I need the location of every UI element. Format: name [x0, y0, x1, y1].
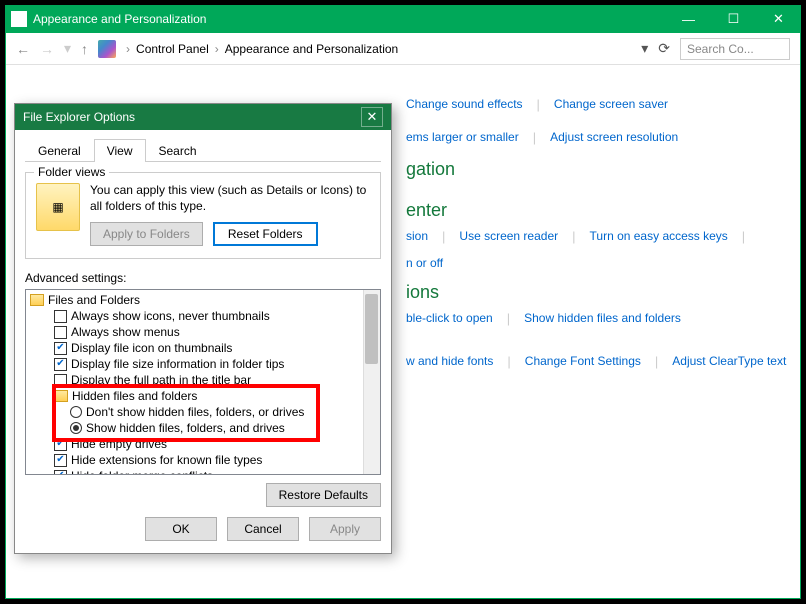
back-button[interactable]: ← — [16, 41, 30, 57]
heading-folder-options[interactable]: ions — [406, 282, 790, 303]
folder-views-text: You can apply this view (such as Details… — [90, 183, 370, 214]
maximize-button[interactable]: ☐ — [711, 5, 756, 33]
heading-navigation[interactable]: gation — [406, 159, 790, 180]
heading-ease[interactable]: enter — [406, 200, 790, 221]
tree-item: Always show icons, never thumbnails — [30, 308, 380, 324]
reset-folders-button[interactable]: Reset Folders — [213, 222, 318, 246]
window-title: Appearance and Personalization — [33, 12, 206, 26]
control-panel-small-icon — [98, 40, 116, 58]
checkbox-icon[interactable] — [54, 310, 67, 323]
link-font-settings[interactable]: Change Font Settings — [525, 354, 641, 369]
breadcrumb[interactable]: › Control Panel › Appearance and Persona… — [126, 42, 631, 56]
checkbox-icon[interactable]: ✔ — [54, 470, 67, 476]
link-hide-fonts[interactable]: w and hide fonts — [406, 354, 493, 369]
tree-item: Always show menus — [30, 324, 380, 340]
link-easy-access[interactable]: Turn on easy access keys — [590, 229, 728, 244]
tab-general[interactable]: General — [25, 139, 94, 162]
link-screen-saver[interactable]: Change screen saver — [554, 97, 668, 112]
dialog-title: File Explorer Options — [23, 110, 135, 124]
tree-root: Files and Folders — [30, 292, 380, 308]
link-screen-reader[interactable]: Use screen reader — [459, 229, 558, 244]
tree-item: ✔Hide extensions for known file types — [30, 452, 380, 468]
tab-view[interactable]: View — [94, 139, 146, 162]
checkbox-icon[interactable]: ✔ — [54, 454, 67, 467]
scrollbar[interactable] — [363, 290, 380, 474]
checkbox-icon[interactable]: ✔ — [54, 358, 67, 371]
link-on-off[interactable]: n or off — [406, 256, 443, 270]
checkbox-icon[interactable] — [54, 326, 67, 339]
history-dropdown[interactable]: ▾ — [64, 40, 71, 57]
minimize-button[interactable]: — — [666, 5, 711, 33]
tab-search[interactable]: Search — [146, 139, 210, 162]
content: ← → ▾ ↑ › Control Panel › Appearance and… — [6, 33, 800, 598]
folder-icon: ▦ — [36, 183, 80, 231]
dialog-close-button[interactable]: ✕ — [361, 107, 383, 127]
link-cleartype[interactable]: Adjust ClearType text — [672, 354, 786, 369]
toolbar: ← → ▾ ↑ › Control Panel › Appearance and… — [6, 33, 800, 65]
breadcrumb-current[interactable]: Appearance and Personalization — [225, 42, 398, 56]
link-double-click[interactable]: ble-click to open — [406, 311, 493, 326]
link-vision[interactable]: sion — [406, 229, 428, 244]
link-items-size[interactable]: ems larger or smaller — [406, 130, 519, 145]
close-button[interactable]: ✕ — [756, 5, 801, 33]
tree-item: ✔Display file icon on thumbnails — [30, 340, 380, 356]
advanced-settings-label: Advanced settings: — [25, 271, 381, 285]
up-button[interactable]: ↑ — [81, 41, 88, 57]
file-explorer-options-dialog: File Explorer Options ✕ General View Sea… — [14, 103, 392, 554]
breadcrumb-root[interactable]: Control Panel — [136, 42, 209, 56]
checkbox-icon[interactable]: ✔ — [54, 342, 67, 355]
link-show-hidden[interactable]: Show hidden files and folders — [524, 311, 681, 326]
folder-views-legend: Folder views — [34, 165, 109, 179]
refresh-button[interactable]: ⟳ — [658, 40, 670, 57]
highlight-box — [52, 384, 320, 442]
tree-item: ✔Display file size information in folder… — [30, 356, 380, 372]
link-screen-resolution[interactable]: Adjust screen resolution — [550, 130, 678, 145]
link-sound-effects[interactable]: Change sound effects — [406, 97, 523, 112]
breadcrumb-dropdown-icon[interactable]: ▾ — [641, 40, 648, 57]
cancel-button[interactable]: Cancel — [227, 517, 299, 541]
advanced-settings-tree[interactable]: Files and Folders Always show icons, nev… — [25, 289, 381, 475]
ok-button[interactable]: OK — [145, 517, 217, 541]
restore-defaults-button[interactable]: Restore Defaults — [266, 483, 381, 507]
main-window: ⚙ Appearance and Personalization — ☐ ✕ ←… — [5, 5, 801, 599]
dialog-tabs: General View Search — [25, 138, 381, 162]
folder-views-group: Folder views ▦ You can apply this view (… — [25, 172, 381, 259]
search-input[interactable]: Search Co... — [680, 38, 790, 60]
titlebar: ⚙ Appearance and Personalization — ☐ ✕ — [5, 5, 801, 33]
tree-item: ✔Hide folder merge conflicts — [30, 468, 380, 475]
scrollbar-thumb[interactable] — [365, 294, 378, 364]
control-panel-icon: ⚙ — [11, 11, 27, 27]
forward-button[interactable]: → — [40, 41, 54, 57]
apply-to-folders-button[interactable]: Apply to Folders — [90, 222, 203, 246]
dialog-titlebar[interactable]: File Explorer Options ✕ — [15, 104, 391, 130]
apply-button[interactable]: Apply — [309, 517, 381, 541]
folder-icon — [30, 294, 44, 306]
